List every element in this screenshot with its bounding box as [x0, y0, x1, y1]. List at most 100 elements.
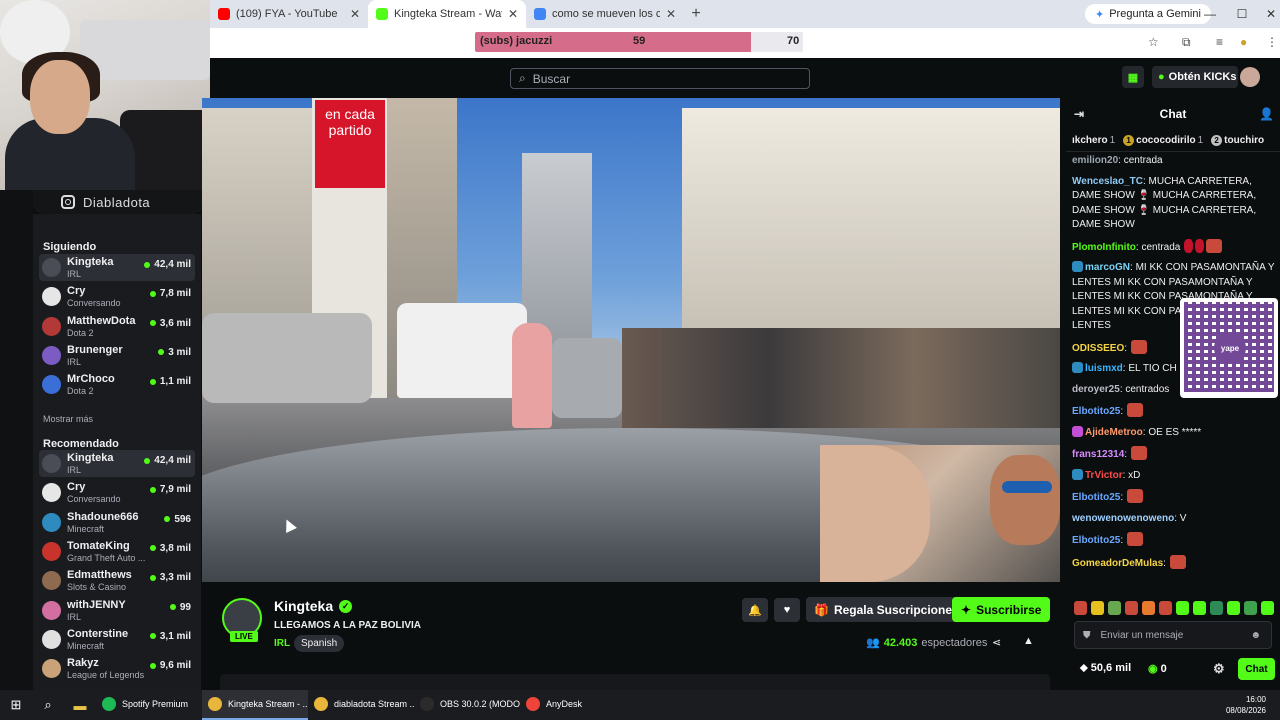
minimize-icon[interactable]: — — [1195, 0, 1225, 28]
emote-icon[interactable] — [1244, 601, 1257, 615]
taskbar-app[interactable]: OBS 30.0.2 (MODO ... — [414, 690, 520, 720]
browser-tab-youtube[interactable]: (109) FYA - YouTube ✕ — [210, 0, 368, 28]
chat-username[interactable]: ODISSEEO — [1072, 343, 1124, 354]
chat-message[interactable]: Elbotito25: — [1072, 403, 1276, 420]
menu-icon[interactable]: ⋮ — [1266, 35, 1278, 49]
emote-icon[interactable] — [1091, 601, 1104, 615]
sidebar-channel[interactable]: Cry Conversando 7,8 mil — [39, 283, 195, 310]
media-icon[interactable]: ≡ — [1216, 35, 1223, 49]
extensions-icon[interactable]: ⧉ — [1182, 35, 1191, 50]
leader-entry[interactable]: ıkchero 1 — [1072, 135, 1115, 146]
sidebar-channel[interactable]: Kingteka IRL 42,4 mil — [39, 450, 195, 477]
chat-message[interactable]: Wenceslao_TC: MUCHA CARRETERA, DAME SHOW… — [1072, 175, 1276, 233]
send-chat-button[interactable]: Chat — [1238, 658, 1275, 680]
chat-username[interactable]: deroyer25 — [1072, 384, 1120, 395]
chat-users-icon[interactable]: 👤 — [1259, 107, 1274, 121]
taskbar-app[interactable]: Kingteka Stream - ... — [202, 690, 308, 720]
chat-username[interactable]: frans12314 — [1072, 449, 1124, 460]
chat-message[interactable]: Elbotito25: — [1072, 489, 1276, 506]
close-tab-icon[interactable]: ✕ — [350, 7, 360, 21]
taskbar-app[interactable]: diabladota Stream ... — [308, 690, 414, 720]
new-tab-button[interactable]: + — [684, 5, 708, 23]
sidebar-channel[interactable]: Edmatthews Slots & Casino 3,3 mil — [39, 567, 195, 594]
chat-username[interactable]: luismxd — [1085, 363, 1123, 374]
chat-username[interactable]: Elbotito25 — [1072, 492, 1120, 503]
chat-message[interactable]: AjideMetroo: OE ES ***** — [1072, 425, 1276, 441]
chat-username[interactable]: wenowenowenoweno — [1072, 513, 1174, 524]
emote-icon[interactable] — [1227, 601, 1240, 615]
chat-message[interactable]: GomeadorDeMulas: — [1072, 554, 1276, 572]
gift-subs-button[interactable]: 🎁 Regala Suscripciones — [806, 597, 967, 622]
streamer-name[interactable]: Kingteka ✓ — [274, 598, 353, 614]
emote-icon[interactable] — [1176, 601, 1189, 615]
taskbar-app[interactable]: AnyDesk — [520, 690, 626, 720]
chat-username[interactable]: TrVictor — [1085, 470, 1123, 481]
chat-username[interactable]: Elbotito25 — [1072, 535, 1120, 546]
emote-icon[interactable] — [1159, 601, 1172, 615]
stream-tag[interactable]: Spanish — [294, 635, 345, 652]
close-tab-icon[interactable]: ✕ — [666, 7, 676, 21]
chat-message-input[interactable] — [1100, 629, 1241, 641]
maximize-icon[interactable]: ☐ — [1227, 0, 1257, 28]
chat-input-box[interactable]: ⛊ ☻ — [1074, 621, 1272, 649]
collapse-chat-icon[interactable]: ⇥ — [1074, 107, 1084, 121]
follow-heart-icon[interactable]: ♥ — [774, 598, 800, 622]
video-player[interactable]: en cada partido — [202, 98, 1060, 582]
browser-tab-google[interactable]: como se mueven los carros en ✕ — [526, 0, 684, 28]
chat-username[interactable]: Wenceslao_TC — [1072, 176, 1143, 187]
user-avatar[interactable] — [1240, 67, 1260, 87]
emote-icon[interactable] — [1108, 601, 1121, 615]
emote-icon[interactable] — [1074, 601, 1087, 615]
close-window-icon[interactable]: ✕ — [1256, 0, 1280, 28]
sidebar-channel[interactable]: Shadoune666 Minecraft 596 — [39, 509, 195, 536]
chat-message[interactable]: emilion20: centrada — [1072, 154, 1276, 169]
leader-entry[interactable]: 2 touchiro — [1211, 135, 1264, 146]
search-box[interactable]: ⌕ Buscar — [510, 68, 810, 89]
share-icon[interactable]: ⋖ — [992, 636, 1001, 649]
channel-points[interactable]: ⬥ 50,6 mil — [1080, 662, 1131, 675]
leader-entry[interactable]: 1 cococodirilo 1 — [1123, 135, 1203, 146]
file-explorer-icon[interactable]: ▬ — [64, 690, 96, 720]
close-tab-icon[interactable]: ✕ — [508, 7, 518, 21]
sidebar-channel[interactable]: MatthewDota Dota 2 3,6 mil — [39, 313, 195, 340]
chat-message[interactable]: TrVictor: xD — [1072, 468, 1276, 484]
show-more-link[interactable]: Mostrar más — [43, 414, 93, 424]
sidebar-channel[interactable]: withJENNY IRL 99 — [39, 597, 195, 624]
bookmark-star-icon[interactable]: ☆ — [1148, 35, 1159, 49]
system-clock[interactable]: 16:00 08/08/2026 — [1226, 694, 1266, 716]
sidebar-channel[interactable]: Brunenger IRL 3 mil — [39, 342, 195, 369]
emote-icon[interactable] — [1125, 601, 1138, 615]
gemini-button[interactable]: ✦ Pregunta a Gemini — [1085, 4, 1211, 24]
browser-tab-kick[interactable]: Kingteka Stream - Watch Live on Kick ✕ — [368, 0, 526, 28]
kick-rewards-icon[interactable]: ▦ — [1122, 66, 1144, 88]
taskbar-app[interactable]: Spotify Premium — [96, 690, 202, 720]
sidebar-channel[interactable]: Cry Conversando 7,9 mil — [39, 479, 195, 506]
windows-start-icon[interactable]: ⊞ — [0, 690, 32, 720]
chat-username[interactable]: AjideMetroo — [1085, 427, 1143, 438]
emote-icon[interactable] — [1261, 601, 1274, 615]
chat-username[interactable]: GomeadorDeMulas — [1072, 558, 1163, 569]
emote-icon[interactable] — [1142, 601, 1155, 615]
chat-username[interactable]: Elbotito25 — [1072, 406, 1120, 417]
chat-username[interactable]: PlomoInfinito — [1072, 242, 1136, 253]
sidebar-channel[interactable]: TomateKing Grand Theft Auto ... 3,8 mil — [39, 538, 195, 565]
chat-message[interactable]: wenowenowenoweno: V — [1072, 512, 1276, 527]
emote-bar[interactable] — [1074, 601, 1274, 617]
sidebar-channel[interactable]: Rakyz League of Legends 9,6 mil — [39, 655, 195, 682]
chat-message[interactable]: Elbotito25: — [1072, 532, 1276, 549]
chat-username[interactable]: emilion20 — [1072, 155, 1118, 166]
notification-bell-icon[interactable]: 🔔 — [742, 598, 768, 622]
gear-icon[interactable]: ⚙ — [1213, 661, 1225, 677]
stream-category[interactable]: IRL — [274, 638, 290, 649]
sidebar-channel[interactable]: Conterstine Minecraft 3,1 mil — [39, 626, 195, 653]
chat-message[interactable]: frans12314: — [1072, 446, 1276, 463]
emoji-icon[interactable]: ☻ — [1251, 630, 1262, 641]
kicks-balance[interactable]: ◉ 0 — [1148, 662, 1167, 675]
report-icon[interactable]: ▲ — [1023, 635, 1034, 647]
emote-icon[interactable] — [1193, 601, 1206, 615]
subscribe-button[interactable]: ✦ Suscribirse — [952, 597, 1051, 622]
emote-icon[interactable] — [1210, 601, 1223, 615]
search-icon[interactable]: ⌕ — [32, 690, 64, 720]
get-kicks-button[interactable]: ● Obtén KICKs — [1152, 66, 1238, 88]
chat-message[interactable]: PlomoInfinito: centrada — [1072, 238, 1276, 256]
